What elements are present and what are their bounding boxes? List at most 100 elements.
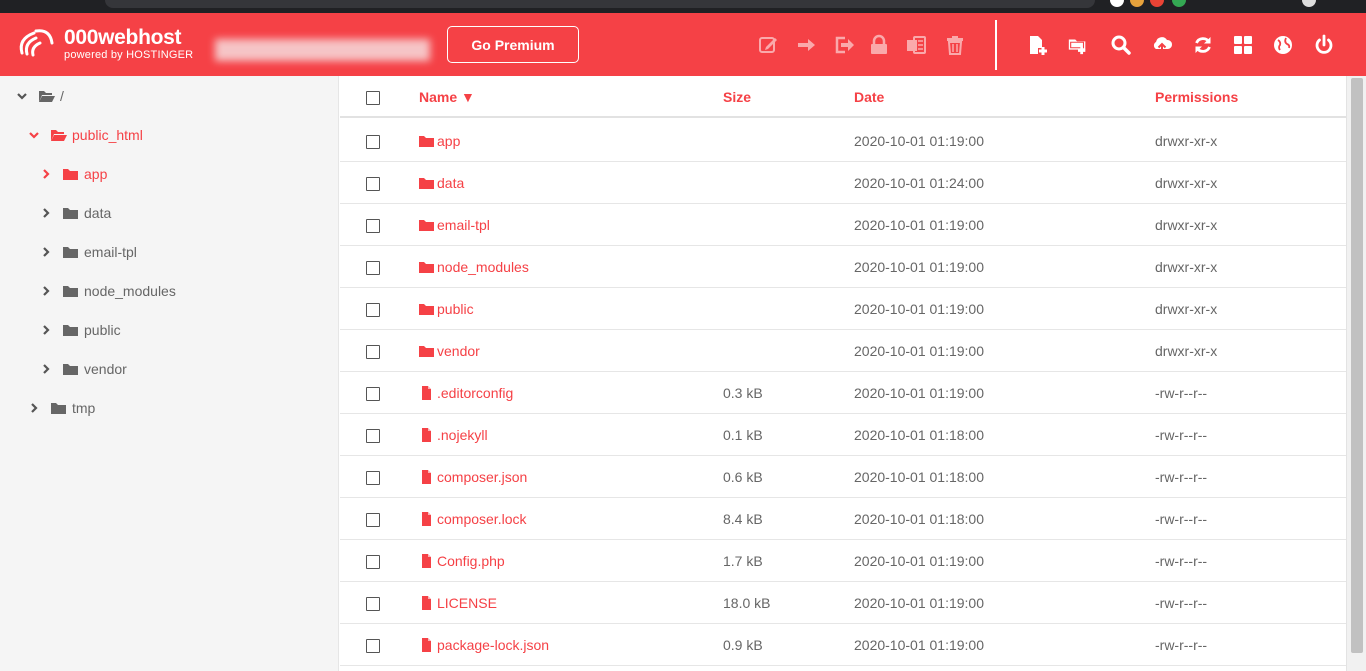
row-checkbox[interactable] xyxy=(366,387,380,401)
file-name[interactable]: composer.lock xyxy=(437,511,526,527)
file-name[interactable]: data xyxy=(437,175,464,191)
brand[interactable]: 000webhost powered by HOSTINGER xyxy=(64,27,193,62)
archive-icon[interactable] xyxy=(903,32,929,58)
tree-node-data[interactable]: data xyxy=(40,201,111,225)
row-checkbox[interactable] xyxy=(366,303,380,317)
table-row[interactable]: .nojekyll 0.1 kB 2020-10-01 01:18:00 -rw-r-… xyxy=(340,414,1346,456)
tree-node-public-html[interactable]: public_html xyxy=(28,123,143,147)
table-row[interactable]: email-tpl 2020-10-01 01:19:00 drwxr-xr-x xyxy=(340,204,1346,246)
file-permissions[interactable]: drwxr-xr-x xyxy=(1155,301,1217,317)
file-name-cell[interactable]: public xyxy=(419,301,474,317)
new-file-icon[interactable] xyxy=(1024,32,1050,58)
table-row[interactable]: public 2020-10-01 01:19:00 drwxr-xr-x xyxy=(340,288,1346,330)
tree-node-root[interactable]: / xyxy=(16,84,64,108)
table-row[interactable]: vendor 2020-10-01 01:19:00 drwxr-xr-x xyxy=(340,330,1346,372)
file-name-cell[interactable]: composer.json xyxy=(419,469,527,485)
table-row[interactable]: Config.php 1.7 kB 2020-10-01 01:19:00 -rw-r… xyxy=(340,540,1346,582)
file-name-cell[interactable]: email-tpl xyxy=(419,217,490,233)
row-checkbox[interactable] xyxy=(366,219,380,233)
file-name-cell[interactable]: vendor xyxy=(419,343,480,359)
table-row[interactable]: data 2020-10-01 01:24:00 drwxr-xr-x xyxy=(340,162,1346,204)
row-checkbox[interactable] xyxy=(366,639,380,653)
row-checkbox[interactable] xyxy=(366,471,380,485)
file-name[interactable]: LICENSE xyxy=(437,595,497,611)
file-permissions[interactable]: -rw-r--r-- xyxy=(1155,427,1207,443)
file-name-cell[interactable]: Config.php xyxy=(419,553,505,569)
chevron-right-icon[interactable] xyxy=(40,363,52,375)
lock-icon[interactable] xyxy=(866,32,892,58)
chevron-right-icon[interactable] xyxy=(28,402,40,414)
tree-node-vendor[interactable]: vendor xyxy=(40,357,127,381)
power-icon[interactable] xyxy=(1311,32,1337,58)
row-checkbox[interactable] xyxy=(366,345,380,359)
extension-icon[interactable] xyxy=(1172,0,1186,7)
file-name[interactable]: email-tpl xyxy=(437,217,490,233)
row-checkbox[interactable] xyxy=(366,135,380,149)
globe-icon[interactable] xyxy=(1270,32,1296,58)
chevron-right-icon[interactable] xyxy=(40,324,52,336)
file-permissions[interactable]: drwxr-xr-x xyxy=(1155,343,1217,359)
table-row[interactable]: LICENSE 18.0 kB 2020-10-01 01:19:00 -rw-r--… xyxy=(340,582,1346,624)
file-name-cell[interactable]: composer.lock xyxy=(419,511,526,527)
file-permissions[interactable]: -rw-r--r-- xyxy=(1155,385,1207,401)
move-icon[interactable] xyxy=(793,32,819,58)
column-header-size[interactable]: Size xyxy=(723,89,751,105)
file-name-cell[interactable]: .nojekyll xyxy=(419,427,488,443)
address-bar[interactable] xyxy=(105,0,1095,8)
file-permissions[interactable]: drwxr-xr-x xyxy=(1155,259,1217,275)
extension-icon[interactable] xyxy=(1150,0,1164,7)
file-name-cell[interactable]: package-lock.json xyxy=(419,637,549,653)
table-row[interactable]: composer.lock 8.4 kB 2020-10-01 01:18:00 -r… xyxy=(340,498,1346,540)
file-name-cell[interactable]: LICENSE xyxy=(419,595,497,611)
search-icon[interactable] xyxy=(1108,32,1134,58)
table-row[interactable]: composer.json 0.6 kB 2020-10-01 01:18:00 -r… xyxy=(340,456,1346,498)
trash-icon[interactable] xyxy=(942,32,968,58)
chevron-down-icon[interactable] xyxy=(16,90,28,102)
grid-view-icon[interactable] xyxy=(1230,32,1256,58)
scrollbar-thumb[interactable] xyxy=(1351,78,1363,653)
extension-icon[interactable] xyxy=(1130,0,1144,7)
file-name[interactable]: composer.json xyxy=(437,469,527,485)
edit-icon[interactable] xyxy=(755,32,781,58)
file-name[interactable]: package-lock.json xyxy=(437,637,549,653)
tree-node-public[interactable]: public xyxy=(40,318,121,342)
tree-node-node-modules[interactable]: node_modules xyxy=(40,279,176,303)
chevron-right-icon[interactable] xyxy=(40,168,52,180)
new-folder-icon[interactable] xyxy=(1065,32,1091,58)
refresh-icon[interactable] xyxy=(1190,32,1216,58)
column-header-date[interactable]: Date xyxy=(854,89,884,105)
export-icon[interactable] xyxy=(831,32,857,58)
scrollbar[interactable] xyxy=(1346,76,1366,671)
file-name[interactable]: .nojekyll xyxy=(437,427,488,443)
row-checkbox[interactable] xyxy=(366,177,380,191)
file-name[interactable]: node_modules xyxy=(437,259,529,275)
file-permissions[interactable]: -rw-r--r-- xyxy=(1155,511,1207,527)
table-row[interactable]: node_modules 2020-10-01 01:19:00 drwxr-xr-… xyxy=(340,246,1346,288)
file-name-cell[interactable]: .editorconfig xyxy=(419,385,513,401)
select-all-checkbox[interactable] xyxy=(366,91,380,105)
file-name[interactable]: app xyxy=(437,133,460,149)
file-name-cell[interactable]: app xyxy=(419,133,460,149)
row-checkbox[interactable] xyxy=(366,429,380,443)
table-row[interactable]: .editorconfig 0.3 kB 2020-10-01 01:19:00 -r… xyxy=(340,372,1346,414)
profile-icon[interactable] xyxy=(1302,0,1316,7)
file-permissions[interactable]: -rw-r--r-- xyxy=(1155,553,1207,569)
file-permissions[interactable]: -rw-r--r-- xyxy=(1155,595,1207,611)
column-header-permissions[interactable]: Permissions xyxy=(1155,89,1238,105)
file-name[interactable]: .editorconfig xyxy=(437,385,513,401)
chevron-right-icon[interactable] xyxy=(40,207,52,219)
row-checkbox[interactable] xyxy=(366,555,380,569)
file-permissions[interactable]: -rw-r--r-- xyxy=(1155,469,1207,485)
extension-icon[interactable] xyxy=(1110,0,1124,7)
go-premium-button[interactable]: Go Premium xyxy=(447,26,579,63)
file-name-cell[interactable]: node_modules xyxy=(419,259,529,275)
file-name[interactable]: vendor xyxy=(437,343,480,359)
file-permissions[interactable]: drwxr-xr-x xyxy=(1155,133,1217,149)
file-name[interactable]: public xyxy=(437,301,474,317)
file-name-cell[interactable]: data xyxy=(419,175,464,191)
table-row[interactable]: package-lock.json 0.9 kB 2020-10-01 01:19:… xyxy=(340,624,1346,666)
chevron-down-icon[interactable] xyxy=(28,129,40,141)
tree-node-tmp[interactable]: tmp xyxy=(28,396,95,420)
row-checkbox[interactable] xyxy=(366,261,380,275)
chevron-right-icon[interactable] xyxy=(40,285,52,297)
